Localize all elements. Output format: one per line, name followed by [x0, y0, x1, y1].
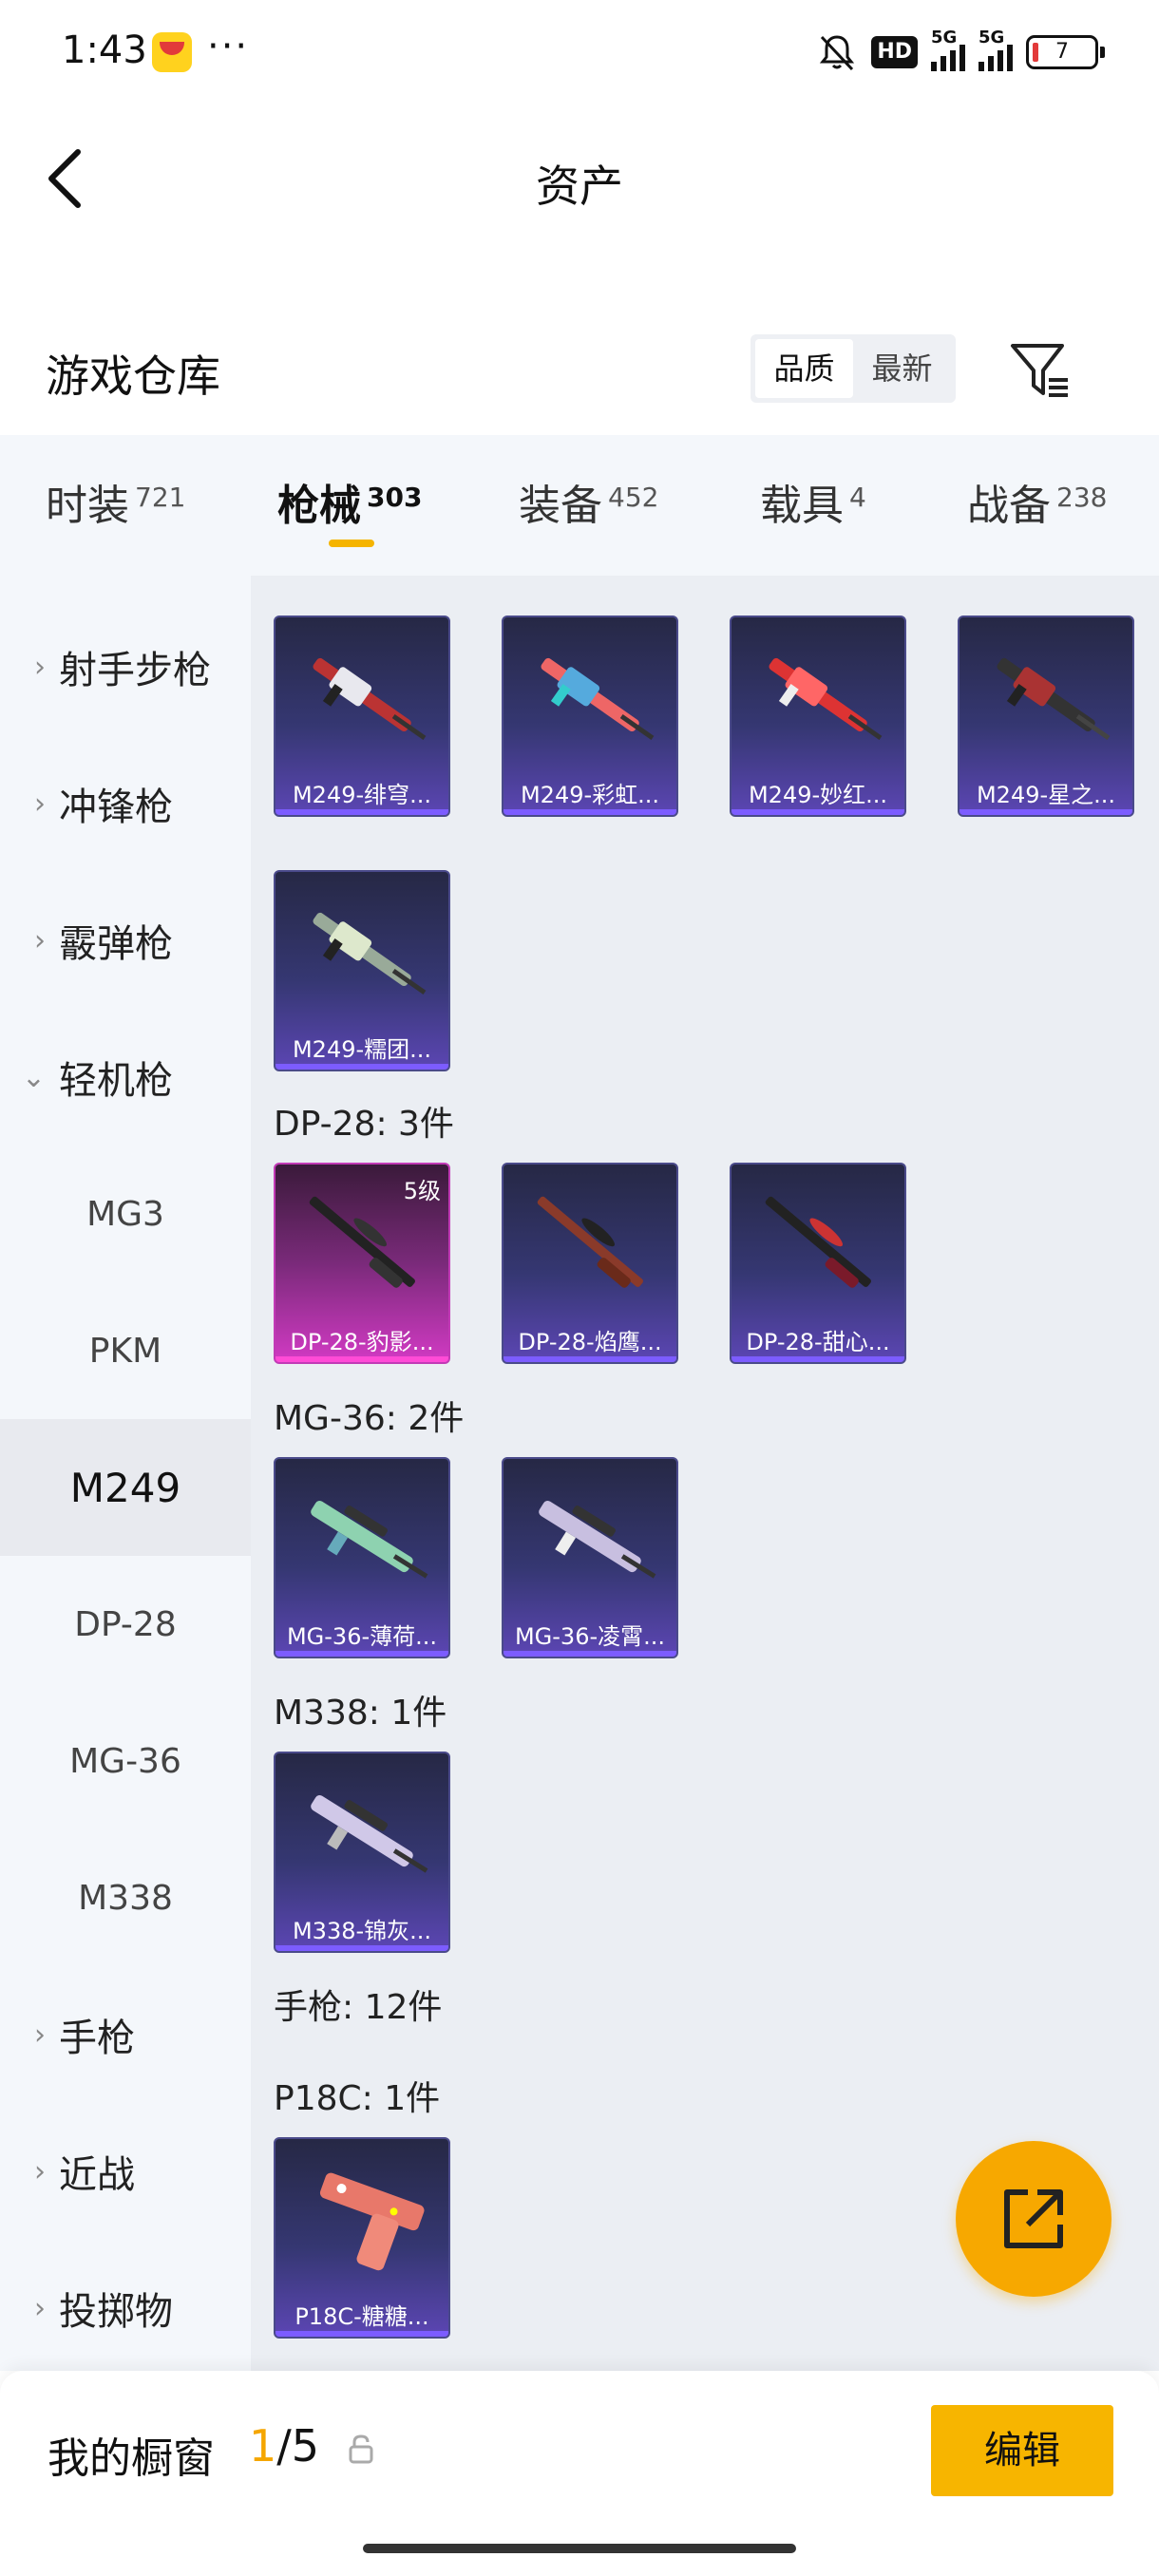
chevron-down-icon: ⌄ [21, 1060, 46, 1094]
section-title: 游戏仓库 [46, 350, 220, 402]
sidebar-item-dmr[interactable]: › 射手步枪 [0, 598, 251, 735]
group-label: M338: 1件 [274, 1694, 447, 1733]
chevron-right-icon: › [34, 2154, 46, 2188]
tab-vehicles[interactable]: 载具 4 [760, 471, 866, 532]
weapon-card[interactable]: 5级 DP-28-豹影... [274, 1163, 450, 1364]
sidebar-sub-mg36[interactable]: MG-36 [0, 1693, 251, 1829]
weapon-card[interactable]: P18C-糖糖... [274, 2137, 450, 2339]
showcase-bar: 我的橱窗 1/5 编辑 [0, 2371, 1159, 2576]
sidebar-item-smg[interactable]: › 冲锋枪 [0, 735, 251, 872]
sidebar-item-pistol[interactable]: › 手枪 [0, 1966, 251, 2103]
weapon-card[interactable]: M249-妙红... [730, 616, 906, 817]
weapon-card[interactable]: M249-星之... [958, 616, 1134, 817]
rifle-skin-image [997, 657, 1111, 740]
group-label: P18C: 1件 [274, 2079, 441, 2118]
pistol-skin-image [319, 2172, 425, 2271]
signal-icon-2: 5G [978, 28, 1013, 71]
rifle-skin-image [769, 657, 883, 740]
sidebar-item-shotgun[interactable]: › 霰弹枪 [0, 872, 251, 1009]
share-fab-button[interactable] [956, 2141, 1112, 2297]
group-label: DP-28: 3件 [274, 1105, 454, 1144]
lmg-skin-image [765, 1196, 871, 1288]
group-label: MG-36: 2件 [274, 1399, 465, 1438]
sidebar-sub-mg3[interactable]: MG3 [0, 1146, 251, 1282]
rifle-skin-image [311, 1501, 428, 1579]
mute-icon [820, 35, 855, 71]
weapon-card[interactable]: M338-锦灰... [274, 1752, 450, 1953]
group-label: 手枪: 12件 [274, 1988, 443, 2027]
weapon-sidebar: › 射手步枪 › 冲锋枪 › 霰弹枪 ⌄ 轻机枪 MG3 PKM M249 DP-28 … [0, 576, 251, 2371]
sidebar-sub-dp28[interactable]: DP-28 [0, 1556, 251, 1693]
warehouse-header: 游戏仓库 品质 最新 [0, 313, 1159, 427]
home-indicator[interactable] [363, 2544, 796, 2553]
chevron-right-icon: › [34, 650, 46, 684]
sidebar-sub-m249[interactable]: M249 [0, 1419, 251, 1556]
weapon-card[interactable]: MG-36-薄荷... [274, 1457, 450, 1658]
more-notifications-icon: ··· [207, 25, 250, 68]
rifle-skin-image [541, 657, 655, 740]
level-badge: 5级 [403, 1178, 441, 1204]
rifle-skin-image [313, 657, 427, 740]
status-bar: 1:43 ··· HD 5G 5G 7 [0, 0, 1159, 104]
sort-newest-button[interactable]: 最新 [853, 339, 951, 398]
lmg-skin-image [537, 1196, 643, 1288]
weapon-card[interactable]: DP-28-甜心... [730, 1163, 906, 1364]
sidebar-item-lmg[interactable]: ⌄ 轻机枪 [0, 1009, 251, 1146]
category-tabs: 时装 721 枪械 303 装备 452 载具 4 战备 238 [0, 435, 1159, 576]
rifle-skin-image [313, 912, 427, 994]
sidebar-sub-pkm[interactable]: PKM [0, 1282, 251, 1419]
active-tab-indicator [329, 540, 374, 547]
tab-equipment[interactable]: 装备 452 [519, 471, 658, 532]
weapon-card[interactable]: M249-绯穹... [274, 616, 450, 817]
sort-toggle: 品质 最新 [750, 334, 956, 403]
tab-fashion[interactable]: 时装 721 [46, 471, 185, 532]
weapon-card[interactable]: MG-36-凌霄... [502, 1457, 678, 1658]
sort-quality-button[interactable]: 品质 [755, 339, 853, 398]
weapon-card[interactable]: M249-彩虹... [502, 616, 678, 817]
battery-icon: 7 [1026, 35, 1105, 69]
weapon-card[interactable]: DP-28-焰鹰... [502, 1163, 678, 1364]
showcase-count: 1/5 [249, 2420, 320, 2472]
hd-voice-icon: HD [871, 36, 918, 68]
chevron-right-icon: › [34, 786, 46, 821]
tab-supplies[interactable]: 战备 238 [967, 471, 1107, 532]
chevron-right-icon: › [34, 923, 46, 957]
lock-icon [349, 2434, 373, 2464]
rifle-skin-image [539, 1501, 656, 1579]
showcase-label: 我的橱窗 [48, 2434, 215, 2483]
edit-button[interactable]: 编辑 [931, 2405, 1113, 2496]
chevron-right-icon: › [34, 2291, 46, 2325]
top-nav: 资产 [0, 104, 1159, 247]
filter-icon[interactable] [1007, 338, 1072, 403]
sidebar-item-melee[interactable]: › 近战 [0, 2103, 251, 2240]
status-time: 1:43 [62, 28, 147, 72]
signal-icon: 5G [931, 28, 965, 71]
sidebar-item-throwable[interactable]: › 投掷物 [0, 2240, 251, 2371]
sidebar-sub-m338[interactable]: M338 [0, 1829, 251, 1966]
tab-firearms[interactable]: 枪械 303 [277, 471, 422, 532]
chevron-right-icon: › [34, 2017, 46, 2052]
weapon-card[interactable]: M249-糯团... [274, 870, 450, 1071]
weapon-grid: M249-绯穹... M249-彩虹... M249-妙红... M249-星之… [251, 576, 1159, 2371]
share-external-icon [1004, 2189, 1063, 2248]
rifle-skin-image [311, 1795, 428, 1873]
app-notification-icon [152, 32, 192, 72]
page-title: 资产 [536, 161, 623, 212]
